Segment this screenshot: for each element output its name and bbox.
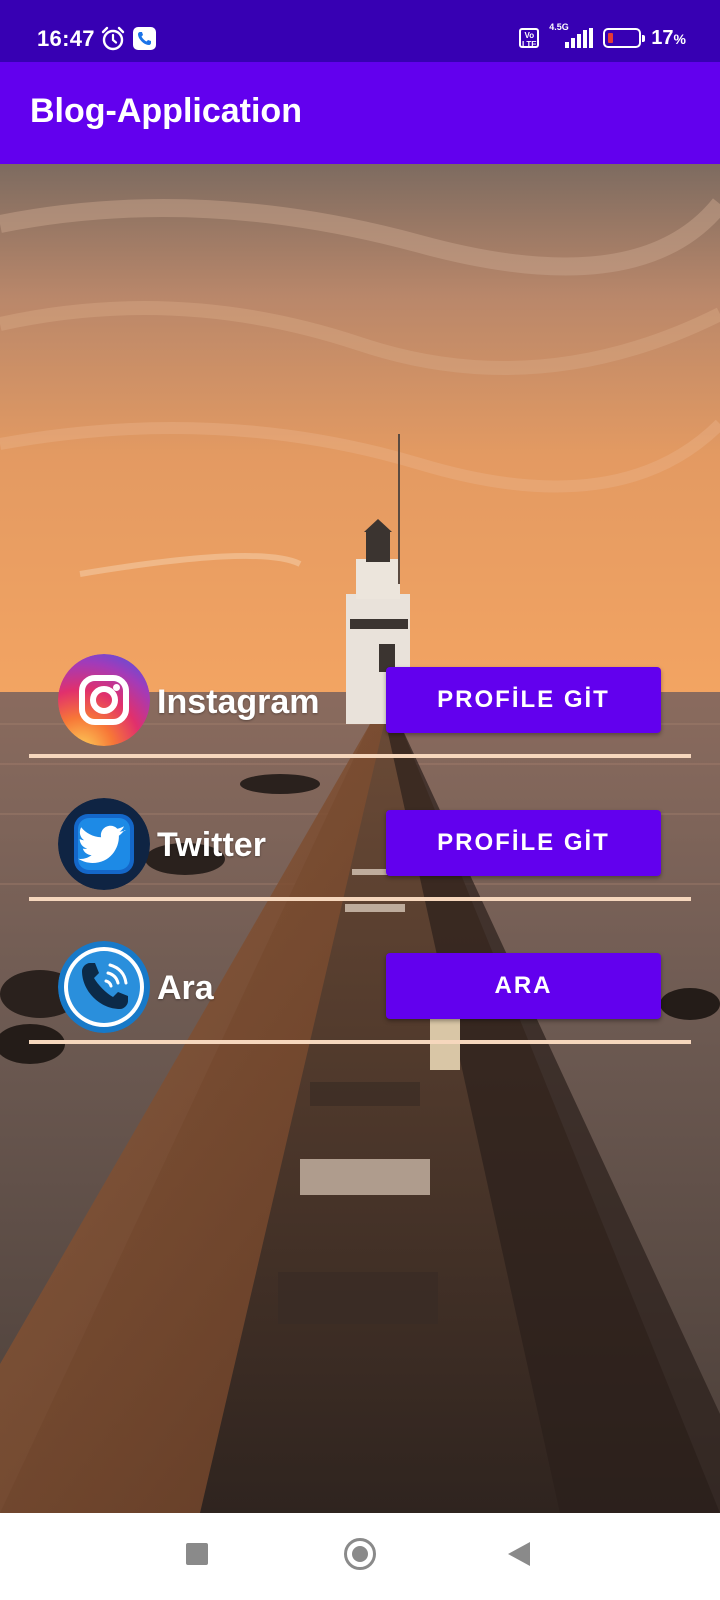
row-divider [29,754,691,758]
twitter-profile-button[interactable]: PROFİLE GİT [386,810,661,876]
twitter-label: Twitter [157,826,266,864]
row-divider [29,897,691,901]
phone-notification-icon [133,27,156,50]
app-title: Blog-Application [30,92,302,130]
square-recents-icon[interactable] [186,1543,208,1565]
instagram-label: Instagram [157,683,320,721]
app-bar: Blog-Application [0,62,720,164]
ara-label: Ara [157,969,214,1007]
status-bar: 16:47 Vo LTE 4.5G 17% [0,0,720,62]
battery-icon [603,28,646,48]
status-time: 16:47 [37,26,95,51]
phone-call-icon [58,941,150,1033]
battery-fill [608,33,614,43]
instagram-profile-button[interactable]: PROFİLE GİT [386,667,661,733]
status-indicators: Vo LTE 4.5G 17% [519,22,686,50]
signal-icon: 4.5G [549,22,594,50]
triangle-back-icon[interactable] [508,1542,530,1566]
alarm-icon [100,26,126,57]
navigation-bar [0,1513,720,1600]
battery-percent: 17% [651,26,686,49]
volte-icon: Vo LTE [519,28,540,49]
call-button[interactable]: ARA [386,953,661,1019]
row-divider [29,1040,691,1044]
instagram-icon [58,654,150,746]
circle-home-icon[interactable] [344,1538,376,1570]
twitter-icon [58,798,150,890]
